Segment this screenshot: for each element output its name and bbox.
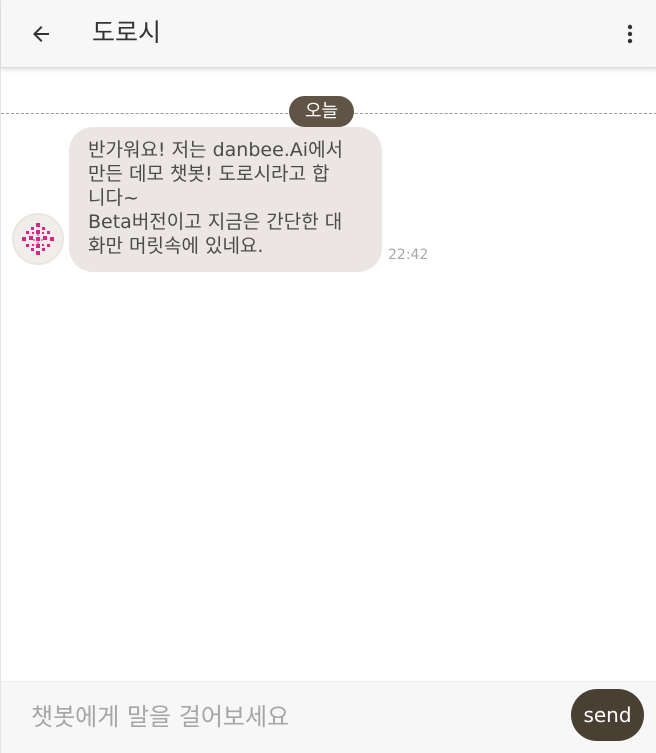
message-line: 반가워요! 저는 danbee.Ai에서 <box>88 139 344 161</box>
chat-app: 도로시 오늘 반가워요! 저는 danbee.Ai에서 만든 데모 챗봇! 도로… <box>0 0 656 753</box>
message-line: 화만 머릿속에 있네요. <box>88 235 264 257</box>
message-line: 만든 데모 챗봇! 도로시라고 합 <box>88 163 330 185</box>
message-timestamp: 22:42 <box>388 247 429 263</box>
chat-title: 도로시 <box>92 18 162 47</box>
bot-message-bubble: 반가워요! 저는 danbee.Ai에서 만든 데모 챗봇! 도로시라고 합 니… <box>69 127 382 272</box>
message-line: 니다~ <box>88 187 139 209</box>
app-header: 도로시 <box>1 0 656 68</box>
more-options-button[interactable] <box>615 14 645 54</box>
bot-avatar[interactable] <box>12 213 64 265</box>
send-button[interactable]: send <box>571 689 644 741</box>
message-input[interactable] <box>19 696 549 738</box>
chat-area[interactable]: 오늘 반가워요! 저는 danbee.Ai에서 만든 데모 챗봇! 도로시라고 … <box>1 69 656 681</box>
more-vertical-icon <box>627 24 633 44</box>
date-badge: 오늘 <box>289 96 354 127</box>
message-input-bar: send <box>1 681 656 753</box>
bot-avatar-icon <box>22 223 54 255</box>
message-line: Beta버전이고 지금은 간단한 대 <box>88 211 343 233</box>
arrow-left-icon <box>33 26 49 42</box>
back-button[interactable] <box>21 14 61 54</box>
